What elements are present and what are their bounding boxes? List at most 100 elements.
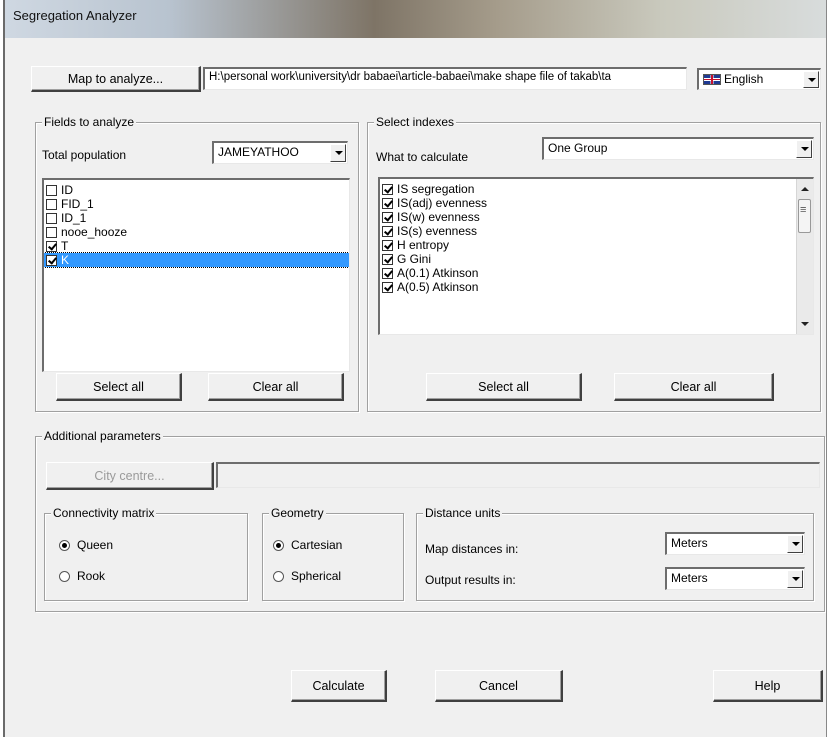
additional-legend: Additional parameters bbox=[42, 429, 163, 443]
scroll-up-icon[interactable] bbox=[797, 181, 813, 197]
what-to-calculate-value: One Group bbox=[548, 141, 608, 155]
list-item-label: K bbox=[61, 253, 70, 267]
list-item-label: IS(adj) evenness bbox=[397, 196, 488, 210]
help-button[interactable]: Help bbox=[713, 670, 823, 702]
radio-queen[interactable]: Queen bbox=[59, 538, 113, 552]
fields-legend: Fields to analyze bbox=[42, 115, 137, 129]
map-to-analyze-button[interactable]: Map to analyze... bbox=[31, 66, 201, 92]
list-item[interactable]: H entropy bbox=[380, 238, 813, 252]
checkbox[interactable] bbox=[46, 184, 57, 196]
radio-spherical-label: Spherical bbox=[291, 569, 342, 583]
list-item[interactable]: IS(w) evenness bbox=[380, 210, 813, 224]
list-item[interactable]: ID bbox=[44, 183, 349, 197]
output-results-value: Meters bbox=[671, 571, 708, 585]
list-item[interactable]: FID_1 bbox=[44, 197, 349, 211]
geometry-legend: Geometry bbox=[269, 506, 326, 520]
list-item-label: nooe_hooze bbox=[61, 225, 128, 239]
checkbox[interactable] bbox=[46, 254, 57, 266]
checkbox[interactable] bbox=[382, 253, 393, 265]
select-indexes-group: Select indexes What to calculate One Gro… bbox=[367, 115, 821, 412]
list-item-label: H entropy bbox=[397, 238, 450, 252]
checkbox[interactable] bbox=[382, 281, 393, 293]
checkbox[interactable] bbox=[46, 240, 57, 252]
checkbox[interactable] bbox=[382, 239, 393, 251]
chevron-down-icon[interactable] bbox=[330, 144, 346, 162]
list-item[interactable]: G Gini bbox=[380, 252, 813, 266]
fields-to-analyze-group: Fields to analyze Total population JAMEY… bbox=[35, 115, 359, 412]
scroll-down-icon[interactable] bbox=[797, 316, 813, 332]
radio-cartesian-indicator[interactable] bbox=[273, 539, 284, 551]
distance-units-group: Distance units Map distances in: Meters … bbox=[416, 506, 814, 601]
list-item-label: G Gini bbox=[397, 252, 432, 266]
language-value: English bbox=[724, 72, 764, 86]
map-distances-label: Map distances in: bbox=[425, 542, 519, 556]
connectivity-matrix-group: Connectivity matrix Queen Rook bbox=[44, 506, 248, 601]
list-item[interactable]: IS(adj) evenness bbox=[380, 196, 813, 210]
list-item-label: T bbox=[61, 239, 69, 253]
chevron-down-icon[interactable] bbox=[787, 535, 803, 553]
what-to-calculate-select[interactable]: One Group bbox=[542, 137, 814, 160]
checkbox[interactable] bbox=[46, 198, 57, 210]
scroll-thumb[interactable] bbox=[798, 199, 811, 233]
list-item[interactable]: K bbox=[44, 252, 349, 268]
indexes-clear-all-button[interactable]: Clear all bbox=[614, 373, 774, 401]
list-item[interactable]: nooe_hooze bbox=[44, 225, 349, 239]
list-item[interactable]: IS segregation bbox=[380, 182, 813, 196]
output-results-select[interactable]: Meters bbox=[665, 567, 805, 590]
radio-queen-indicator[interactable] bbox=[59, 539, 70, 551]
chevron-down-icon[interactable] bbox=[787, 570, 803, 588]
checkbox[interactable] bbox=[382, 267, 393, 279]
indexes-legend: Select indexes bbox=[374, 115, 457, 129]
total-population-value: JAMEYATHOO bbox=[218, 145, 299, 159]
total-population-select[interactable]: JAMEYATHOO bbox=[212, 141, 348, 164]
list-item[interactable]: T bbox=[44, 239, 349, 253]
list-item-label: IS segregation bbox=[397, 182, 475, 196]
language-select[interactable]: English bbox=[697, 68, 821, 90]
calculate-button[interactable]: Calculate bbox=[291, 670, 387, 702]
cancel-button[interactable]: Cancel bbox=[435, 670, 563, 702]
city-centre-button[interactable]: City centre... bbox=[46, 462, 214, 490]
fields-select-all-button[interactable]: Select all bbox=[56, 373, 182, 401]
fields-clear-all-button[interactable]: Clear all bbox=[208, 373, 344, 401]
indexes-scrollbar[interactable] bbox=[796, 179, 813, 334]
radio-rook[interactable]: Rook bbox=[59, 569, 105, 583]
indexes-select-all-button[interactable]: Select all bbox=[426, 373, 582, 401]
distance-legend: Distance units bbox=[423, 506, 503, 520]
connectivity-legend: Connectivity matrix bbox=[51, 506, 157, 520]
checkbox[interactable] bbox=[382, 197, 393, 209]
radio-cartesian[interactable]: Cartesian bbox=[273, 538, 342, 552]
list-item-label: FID_1 bbox=[61, 197, 94, 211]
list-item[interactable]: A(0.5) Atkinson bbox=[380, 280, 813, 294]
what-to-calculate-label: What to calculate bbox=[376, 150, 469, 164]
list-item[interactable]: A(0.1) Atkinson bbox=[380, 266, 813, 280]
uk-flag-icon bbox=[703, 73, 721, 85]
indexes-list[interactable]: IS segregation IS(adj) evenness IS(w) even… bbox=[378, 177, 814, 335]
checkbox[interactable] bbox=[382, 211, 393, 223]
map-path-field[interactable]: H:\personal work\university\dr babaei\ar… bbox=[203, 67, 687, 90]
radio-cartesian-label: Cartesian bbox=[291, 538, 343, 552]
window-title: Segregation Analyzer bbox=[13, 8, 137, 23]
radio-spherical-indicator[interactable] bbox=[273, 570, 284, 582]
list-item-label: A(0.5) Atkinson bbox=[397, 280, 479, 294]
radio-rook-indicator[interactable] bbox=[59, 570, 70, 582]
checkbox[interactable] bbox=[382, 225, 393, 237]
radio-queen-label: Queen bbox=[77, 538, 114, 552]
list-item[interactable]: ID_1 bbox=[44, 211, 349, 225]
additional-parameters-group: Additional parameters City centre... Con… bbox=[35, 429, 825, 612]
list-item-label: IS(s) evenness bbox=[397, 224, 478, 238]
list-item[interactable]: IS(s) evenness bbox=[380, 224, 813, 238]
fields-list[interactable]: ID FID_1 ID_1 nooe_hooze T K bbox=[42, 178, 350, 372]
city-centre-field[interactable] bbox=[216, 462, 820, 488]
radio-rook-label: Rook bbox=[77, 569, 106, 583]
title-bar[interactable]: Segregation Analyzer bbox=[5, 0, 826, 38]
checkbox[interactable] bbox=[46, 226, 57, 238]
chevron-down-icon[interactable] bbox=[796, 140, 812, 158]
segregation-analyzer-window: Segregation Analyzer Map to analyze... H… bbox=[3, 0, 827, 737]
list-item-label: ID_1 bbox=[61, 211, 87, 225]
checkbox[interactable] bbox=[382, 183, 393, 195]
radio-spherical[interactable]: Spherical bbox=[273, 569, 341, 583]
map-distances-value: Meters bbox=[671, 536, 708, 550]
checkbox[interactable] bbox=[46, 212, 57, 224]
map-distances-select[interactable]: Meters bbox=[665, 532, 805, 555]
chevron-down-icon[interactable] bbox=[803, 71, 819, 88]
